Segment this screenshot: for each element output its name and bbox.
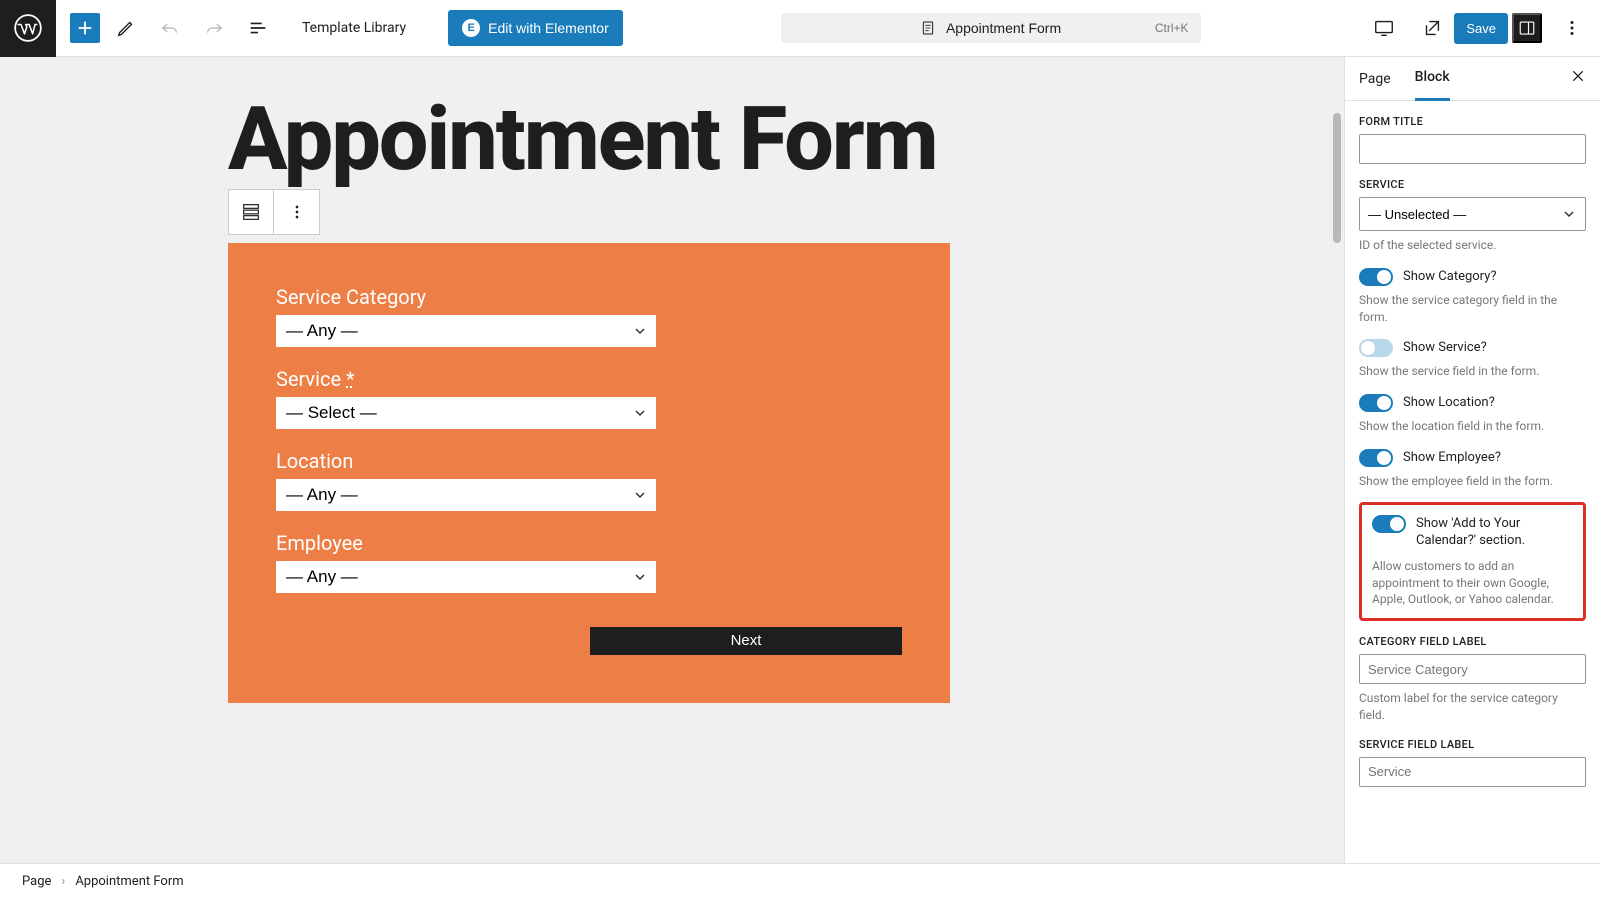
view-desktop-button[interactable] [1366,10,1402,46]
document-icon [920,20,936,36]
panel-icon [1518,19,1536,37]
service-desc: ID of the selected service. [1359,237,1586,254]
toggle-desc: Allow customers to add an appointment to… [1372,558,1573,608]
add-block-button[interactable] [70,13,100,43]
breadcrumb-separator: › [61,874,65,889]
sidebar-tabs: Page Block [1345,57,1600,101]
save-button[interactable]: Save [1454,13,1508,44]
field-label: Service Category [276,285,902,309]
toggle-show-category[interactable] [1359,268,1393,286]
wordpress-logo[interactable] [0,0,56,57]
toggle-desc: Show the service field in the form. [1359,363,1586,380]
service-id-select[interactable]: — Unselected — [1359,197,1586,231]
field-label: Location [276,449,902,473]
options-button[interactable] [1554,10,1590,46]
redo-button[interactable] [196,10,232,46]
breadcrumb-root[interactable]: Page [22,874,51,889]
preview-button[interactable] [1414,10,1450,46]
toggle-show-calendar[interactable] [1372,515,1406,533]
settings-sidebar: Page Block FORM TITLE SERVICE — Unselect… [1344,57,1600,863]
calendar-toggle-highlight: Show 'Add to Your Calendar?' section. Al… [1359,502,1586,621]
block-more-button[interactable] [274,190,319,234]
toggle-label: Show Employee? [1403,449,1501,467]
tab-block[interactable]: Block [1415,56,1450,101]
field-service-category: Service Category — Any — [276,285,902,347]
toggle-label: Show Service? [1403,339,1487,357]
service-field-label-input[interactable] [1359,757,1586,787]
document-overview-button[interactable] [240,10,276,46]
field-service: Service * — Select — [276,367,902,429]
pencil-icon [115,17,137,39]
close-icon [1570,68,1586,84]
canvas-scrollbar[interactable] [1330,57,1344,863]
service-category-select[interactable]: — Any — [276,315,656,347]
plus-icon [74,17,96,39]
edit-tools-button[interactable] [108,10,144,46]
category-field-label-heading: CATEGORY FIELD LABEL [1359,635,1586,648]
category-field-desc: Custom label for the service category fi… [1359,690,1586,724]
toggle-show-service[interactable] [1359,339,1393,357]
undo-icon [159,17,181,39]
next-button[interactable]: Next [590,627,902,655]
external-link-icon [1421,17,1443,39]
elementor-icon: E [462,19,480,37]
category-field-label-input[interactable] [1359,654,1586,684]
top-toolbar: Template Library E Edit with Elementor A… [0,0,1600,57]
kebab-icon [287,202,307,222]
form-title-input[interactable] [1359,134,1586,164]
service-select[interactable]: — Select — [276,397,656,429]
kebab-icon [1561,17,1583,39]
desktop-icon [1373,17,1395,39]
settings-panel-toggle[interactable] [1512,13,1542,43]
breadcrumb-current[interactable]: Appointment Form [75,874,183,889]
service-section-label: SERVICE [1359,178,1586,191]
list-icon [247,17,269,39]
tab-page[interactable]: Page [1359,58,1391,100]
field-employee: Employee — Any — [276,531,902,593]
field-location: Location — Any — [276,449,902,511]
form-title-label: FORM TITLE [1359,115,1586,128]
shortcut-hint: Ctrl+K [1155,21,1189,35]
toggle-label: Show Location? [1403,394,1495,412]
toggle-label: Show Category? [1403,268,1497,286]
page-title[interactable]: Appointment Form [228,95,1178,185]
location-select[interactable]: — Any — [276,479,656,511]
toggle-show-employee[interactable] [1359,449,1393,467]
document-title-text: Appointment Form [946,20,1061,36]
undo-button[interactable] [152,10,188,46]
appointment-form-block[interactable]: Service Category — Any — Service * — Sel… [228,243,950,703]
edit-with-elementor-button[interactable]: E Edit with Elementor [448,10,623,46]
document-title-button[interactable]: Appointment Form Ctrl+K [781,13,1201,43]
breadcrumb: Page › Appointment Form [0,863,1600,899]
elementor-btn-label: Edit with Elementor [488,20,609,36]
block-type-button[interactable] [229,190,274,234]
redo-icon [203,17,225,39]
toggle-label: Show 'Add to Your Calendar?' section. [1416,515,1573,550]
editor-canvas[interactable]: Appointment Form Service Category — Any … [0,57,1344,863]
toggle-desc: Show the employee field in the form. [1359,473,1586,490]
block-toolbar [228,189,320,235]
wordpress-icon [14,14,42,42]
toggle-desc: Show the location field in the form. [1359,418,1586,435]
field-label: Service * [276,367,902,391]
toggle-show-location[interactable] [1359,394,1393,412]
close-sidebar-button[interactable] [1570,68,1586,89]
template-library-button[interactable]: Template Library [292,12,416,44]
employee-select[interactable]: — Any — [276,561,656,593]
toggle-desc: Show the service category field in the f… [1359,292,1586,326]
form-block-icon [240,201,262,223]
service-field-label-heading: SERVICE FIELD LABEL [1359,738,1586,751]
field-label: Employee [276,531,902,555]
